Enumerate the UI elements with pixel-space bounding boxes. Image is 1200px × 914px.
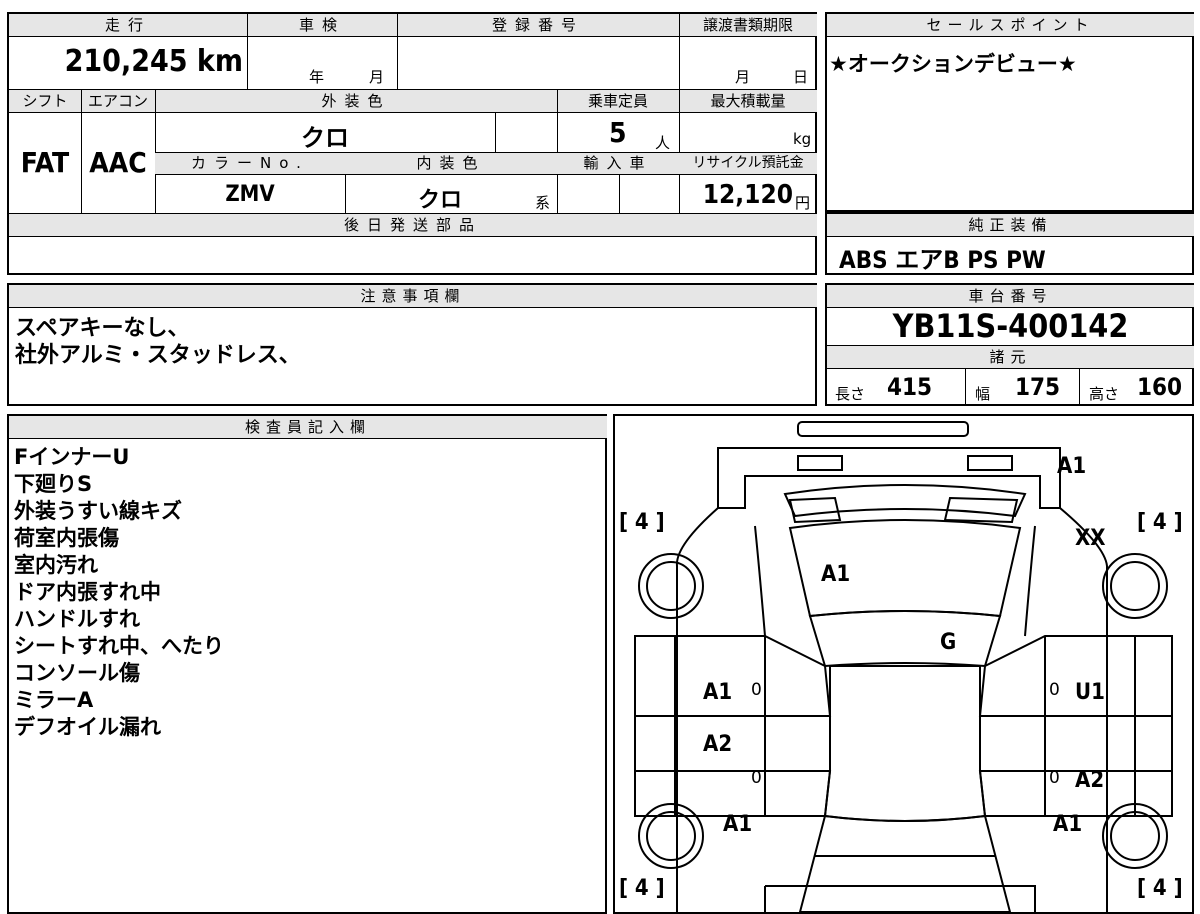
color-no-value: ZMV <box>225 182 275 207</box>
aircon-value: AAC <box>89 146 147 179</box>
inspection-year: 年 <box>309 68 325 86</box>
mark-left-front-door: A2 <box>703 732 733 757</box>
capacity-unit: 人 <box>655 134 671 152</box>
mark-roof: G <box>940 630 957 655</box>
notes-box: 注意事項欄 スペアキーなし、 社外アルミ・スタッドレス、 <box>7 283 817 406</box>
inspector-line-3: 外装うすい線キズ <box>14 499 182 523</box>
inspector-line-7: ハンドルすれ <box>14 607 140 631</box>
mark-zero-4: 0 <box>1049 768 1060 788</box>
mark-left-front-fender: A1 <box>723 812 753 837</box>
tire-front-left-tread: [ 4 ] <box>619 510 665 535</box>
sales-point-text: ★オークションデビュー★ <box>829 52 1077 76</box>
mark-right-rear-door: U1 <box>1075 680 1105 705</box>
inspector-line-1: FインナーU <box>14 445 130 469</box>
header-registration: 登録番号 <box>491 16 584 34</box>
inspector-line-10: ミラーA <box>14 688 94 712</box>
exterior-color-value: クロ <box>301 124 349 152</box>
mileage-value: 210,245 km <box>64 44 243 79</box>
interior-suffix: 系 <box>535 194 551 212</box>
header-exterior-color: 外装色 <box>321 92 391 110</box>
notes-line-1: スペアキーなし、 <box>15 316 190 341</box>
header-mileage: 走行 <box>104 16 151 34</box>
header-dims: 諸元 <box>827 346 1194 369</box>
sales-point-box: セールスポイント ★オークションデビュー★ <box>825 12 1194 212</box>
header-aircon: エアコン <box>87 92 148 110</box>
header-interior-color: 内装色 <box>416 154 486 172</box>
inspection-month: 月 <box>369 68 385 86</box>
mark-zero-3: 0 <box>751 768 762 788</box>
equipment-box: 純正装備 ABS エアB PS PW <box>825 212 1194 275</box>
transfer-month: 月 <box>735 68 751 86</box>
inspector-line-6: ドア内張すれ中 <box>14 580 161 604</box>
mark-right-front-door: A2 <box>1075 768 1105 793</box>
transfer-day: 日 <box>793 68 809 86</box>
header-inspection: 車検 <box>298 16 345 34</box>
mark-zero-2: 0 <box>1049 680 1060 700</box>
length-label: 長さ <box>835 385 866 403</box>
mark-rear-bumper: A1 <box>1057 454 1087 479</box>
inspector-line-2: 下廻りS <box>14 472 93 496</box>
notes-line-2: 社外アルミ・スタッドレス、 <box>15 343 301 368</box>
equipment-text: ABS エアB PS PW <box>839 246 1046 274</box>
header-max-load: 最大積載量 <box>710 92 786 110</box>
width-label: 幅 <box>975 385 991 403</box>
header-capacity: 乗車定員 <box>587 92 648 110</box>
header-shift: シフト <box>22 92 68 110</box>
height-value: 160 <box>1137 373 1183 401</box>
car-condition-diagram: [ 4 ] [ 4 ] [ 4 ] [ 4 ] A1 XX A1 G A1 U1… <box>613 414 1194 914</box>
header-chassis: 車台番号 <box>827 285 1194 308</box>
header-recycle: リサイクル預託金 <box>692 155 804 171</box>
inspector-line-4: 荷室内張傷 <box>14 526 119 550</box>
car-outline-svg <box>634 421 1173 912</box>
interior-color-value: クロ <box>417 188 462 213</box>
length-value: 415 <box>887 373 933 401</box>
header-notes: 注意事項欄 <box>9 285 817 308</box>
mark-right-front-fender: A1 <box>1053 812 1083 837</box>
shift-value: FAT <box>20 146 70 179</box>
inspector-line-9: コンソール傷 <box>14 661 140 685</box>
width-value: 175 <box>1015 373 1061 401</box>
header-transfer-deadline: 譲渡書類期限 <box>702 16 793 34</box>
mark-left-rear-door: A1 <box>703 680 733 705</box>
header-color-no: カラーNo. <box>191 154 309 172</box>
height-label: 高さ <box>1089 385 1120 403</box>
mark-rear-glass: A1 <box>821 562 851 587</box>
chassis-number: YB11S-400142 <box>892 307 1129 345</box>
header-inspector: 検査員記入欄 <box>9 416 607 439</box>
header-later-parts: 後日発送部品 <box>343 216 482 234</box>
inspector-line-8: シートすれ中、へたり <box>14 634 224 658</box>
header-import: 輸入車 <box>583 154 653 172</box>
tire-front-right-tread: [ 4 ] <box>1137 510 1183 535</box>
recycle-unit: 円 <box>795 194 811 212</box>
vehicle-spec-grid: 走行 車検 登録番号 譲渡書類期限 210,245 km 年 月 月 日 シフト… <box>7 12 817 275</box>
mark-zero-1: 0 <box>751 680 762 700</box>
tire-rear-right-tread: [ 4 ] <box>1137 876 1183 901</box>
mark-rear-right: XX <box>1075 526 1106 551</box>
inspector-box: 検査員記入欄 FインナーU 下廻りS 外装うすい線キズ 荷室内張傷 室内汚れ ド… <box>7 414 607 914</box>
capacity-value: 5 <box>609 116 627 149</box>
chassis-box: 車台番号 YB11S-400142 諸元 長さ 415 幅 175 高さ 160 <box>825 283 1194 406</box>
tire-rear-left-tread: [ 4 ] <box>619 876 665 901</box>
header-equipment: 純正装備 <box>827 214 1194 237</box>
inspector-line-11: デフオイル漏れ <box>14 715 161 739</box>
inspector-line-5: 室内汚れ <box>14 553 98 577</box>
header-sales-point: セールスポイント <box>827 14 1194 37</box>
max-load-unit: kg <box>793 130 812 148</box>
recycle-fee-value: 12,120 <box>702 180 793 210</box>
